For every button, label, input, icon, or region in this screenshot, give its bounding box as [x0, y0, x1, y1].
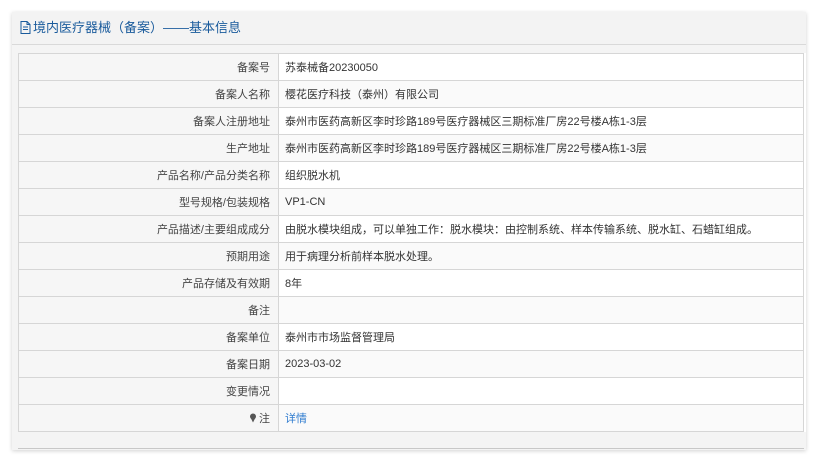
field-value: 2023-03-02	[278, 350, 804, 378]
field-value: 泰州市医药高新区李时珍路189号医疗器械区三期标准厂房22号楼A栋1-3层	[278, 107, 804, 135]
field-label: 备案日期	[18, 350, 279, 378]
field-label: 备案人名称	[18, 80, 279, 108]
table-row: 型号规格/包装规格 VP1-CN	[18, 188, 804, 216]
field-value: 樱花医疗科技（泰州）有限公司	[278, 80, 804, 108]
field-value	[278, 377, 804, 405]
field-value: 苏泰械备20230050	[278, 53, 804, 81]
note-value-cell: 详情	[278, 404, 804, 432]
table-row: 产品存储及有效期 8年	[18, 269, 804, 297]
info-table-container: 备案号 苏泰械备20230050 备案人名称 樱花医疗科技（泰州）有限公司 备案人注册地…	[18, 53, 806, 432]
field-value: 组织脱水机	[278, 161, 804, 189]
table-row: 备案人名称 樱花医疗科技（泰州）有限公司	[18, 80, 804, 108]
table-row: 备案单位 泰州市市场监督管理局	[18, 323, 804, 351]
table-row: 备注	[18, 296, 804, 324]
page-title: 境内医疗器械（备案）——基本信息	[33, 20, 242, 35]
field-value: 泰州市市场监督管理局	[278, 323, 804, 351]
details-link[interactable]: 详情	[285, 413, 307, 425]
field-label: 产品名称/产品分类名称	[18, 161, 279, 189]
field-value: 由脱水模块组成，可以单独工作：脱水模块：由控制系统、样本传输系统、脱水缸、石蜡缸…	[278, 215, 804, 243]
table-row: 产品名称/产品分类名称 组织脱水机	[18, 161, 804, 189]
document-icon	[20, 21, 31, 35]
field-label: 产品存储及有效期	[18, 269, 279, 297]
field-label: 预期用途	[18, 242, 279, 270]
table-row: 备案日期 2023-03-02	[18, 350, 804, 378]
field-label: 备注	[18, 296, 279, 324]
field-value: 用于病理分析前样本脱水处理。	[278, 242, 804, 270]
table-row: 备案号 苏泰械备20230050	[18, 53, 804, 81]
field-label: 备案单位	[18, 323, 279, 351]
note-label-cell: 注	[18, 404, 279, 432]
table-row: 产品描述/主要组成成分 由脱水模块组成，可以单独工作：脱水模块：由控制系统、样本传…	[18, 215, 804, 243]
field-label: 型号规格/包装规格	[18, 188, 279, 216]
field-label: 备案人注册地址	[18, 107, 279, 135]
field-label: 备案号	[18, 53, 279, 81]
table-row: 变更情况	[18, 377, 804, 405]
field-value: 泰州市医药高新区李时珍路189号医疗器械区三期标准厂房22号楼A栋1-3层	[278, 134, 804, 162]
field-label: 变更情况	[18, 377, 279, 405]
field-value	[278, 296, 804, 324]
info-table: 备案号 苏泰械备20230050 备案人名称 樱花医疗科技（泰州）有限公司 备案人注册地…	[18, 53, 804, 432]
field-label: 产品描述/主要组成成分	[18, 215, 279, 243]
field-label: 生产地址	[18, 134, 279, 162]
note-row: 注 详情	[18, 404, 804, 432]
pin-icon	[250, 413, 256, 423]
panel-header: 境内医疗器械（备案）——基本信息	[12, 12, 806, 45]
table-row: 预期用途 用于病理分析前样本脱水处理。	[18, 242, 804, 270]
note-label: 注	[259, 413, 270, 425]
record-panel: 境内医疗器械（备案）——基本信息 备案号 苏泰械备20230050 备案人名称 樱花医…	[12, 12, 806, 450]
divider	[18, 448, 804, 449]
table-row: 生产地址 泰州市医药高新区李时珍路189号医疗器械区三期标准厂房22号楼A栋1-3…	[18, 134, 804, 162]
field-value: VP1-CN	[278, 188, 804, 216]
table-row: 备案人注册地址 泰州市医药高新区李时珍路189号医疗器械区三期标准厂房22号楼A栋…	[18, 107, 804, 135]
field-value: 8年	[278, 269, 804, 297]
